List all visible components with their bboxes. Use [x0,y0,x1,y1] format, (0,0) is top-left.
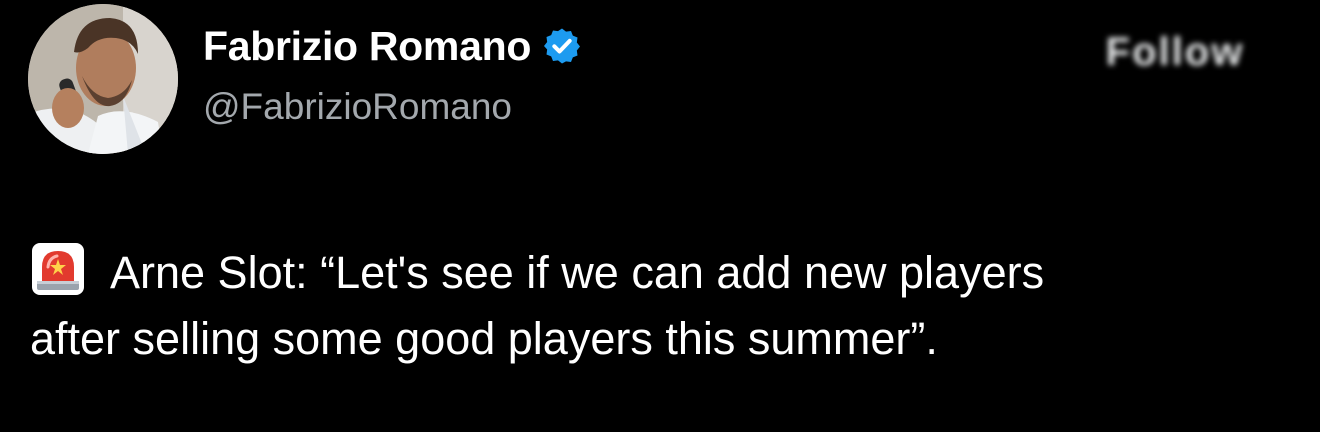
avatar[interactable] [28,4,178,154]
tweet-text-line-2: after selling some good players this sum… [30,313,938,364]
avatar-image [28,4,178,154]
verified-badge-icon [542,26,582,66]
tweet-text-line: Arne Slot: “Let's see if we can add new … [30,240,1310,306]
display-name[interactable]: Fabrizio Romano [203,23,531,70]
tweet-card: Fabrizio Romano @FabrizioRomano Follow A… [0,0,1320,432]
author-name-row: Fabrizio Romano [203,18,582,74]
follow-button[interactable]: Follow [1082,26,1268,78]
rotating-light-icon [30,241,86,297]
follow-button-label: Follow [1105,29,1245,74]
tweet-text: Arne Slot: “Let's see if we can add new … [30,240,1310,372]
tweet-text-line-1: Arne Slot: “Let's see if we can add new … [110,247,1045,298]
author-handle[interactable]: @FabrizioRomano [203,86,512,128]
